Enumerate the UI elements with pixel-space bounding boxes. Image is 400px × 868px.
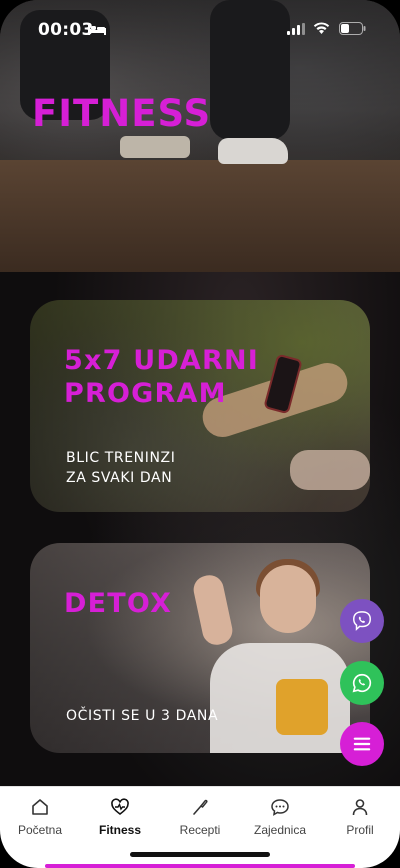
viber-button[interactable] — [340, 599, 384, 643]
program-card-detox[interactable]: DETOX OČISTI SE U 3 DANA — [30, 543, 370, 753]
home-icon — [32, 799, 48, 815]
card-title: DETOX — [64, 588, 173, 619]
tab-label: Profil — [346, 823, 374, 837]
tab-label: Zajednica — [253, 823, 307, 837]
card-title-line: PROGRAM — [64, 378, 227, 409]
tab-zajednica[interactable]: Zajednica — [240, 787, 320, 843]
tab-recepti[interactable]: Recepti — [160, 787, 240, 843]
tab-profil[interactable]: Profil — [320, 787, 400, 843]
battery-icon — [339, 22, 366, 35]
card-title: 5x7 UDARNI PROGRAM — [64, 344, 259, 410]
heart-pulse-icon — [111, 798, 129, 816]
tab-label: Početna — [17, 823, 63, 837]
tab-fitness[interactable]: Fitness — [80, 787, 160, 843]
sleep-mode-icon — [88, 24, 106, 35]
app-screen: FITNESS 00:03 5x7 UDARNI PROGRAM BLIC TR… — [0, 0, 400, 868]
accent-strip — [45, 864, 355, 868]
home-indicator[interactable] — [130, 852, 270, 857]
card-subtitle: OČISTI SE U 3 DANA — [66, 708, 219, 724]
person-icon — [352, 799, 368, 816]
viber-icon — [353, 611, 371, 631]
photo-face — [260, 565, 316, 633]
status-bar: 00:03 — [0, 0, 400, 58]
photo-sneaker — [290, 450, 370, 490]
card-title-line: 5x7 UDARNI — [64, 345, 260, 376]
sneaker — [218, 138, 288, 164]
menu-button[interactable] — [340, 722, 384, 766]
plyo-box — [0, 160, 400, 272]
wifi-icon — [313, 22, 330, 34]
spatula-icon — [193, 799, 208, 815]
card-subtitle-line: ZA SVAKI DAN — [66, 470, 173, 486]
whatsapp-icon — [352, 673, 372, 693]
weight-bench — [120, 136, 190, 158]
chat-icon — [271, 799, 289, 816]
photo-jar — [276, 679, 328, 735]
cellular-signal-icon — [287, 23, 305, 35]
tab-pocetna[interactable]: Početna — [0, 787, 80, 843]
status-time: 00:03 — [38, 20, 94, 40]
tab-label: Recepti — [179, 823, 221, 837]
tab-label: Fitness — [98, 823, 141, 837]
page-title: FITNESS — [32, 92, 212, 135]
card-subtitle-line: BLIC TRENINZI — [66, 450, 176, 466]
photo-hand — [191, 572, 235, 648]
menu-icon — [353, 737, 371, 751]
program-card-5x7[interactable]: 5x7 UDARNI PROGRAM BLIC TRENINZI ZA SVAK… — [30, 300, 370, 512]
whatsapp-button[interactable] — [340, 661, 384, 705]
card-subtitle: BLIC TRENINZI ZA SVAKI DAN — [66, 448, 216, 488]
